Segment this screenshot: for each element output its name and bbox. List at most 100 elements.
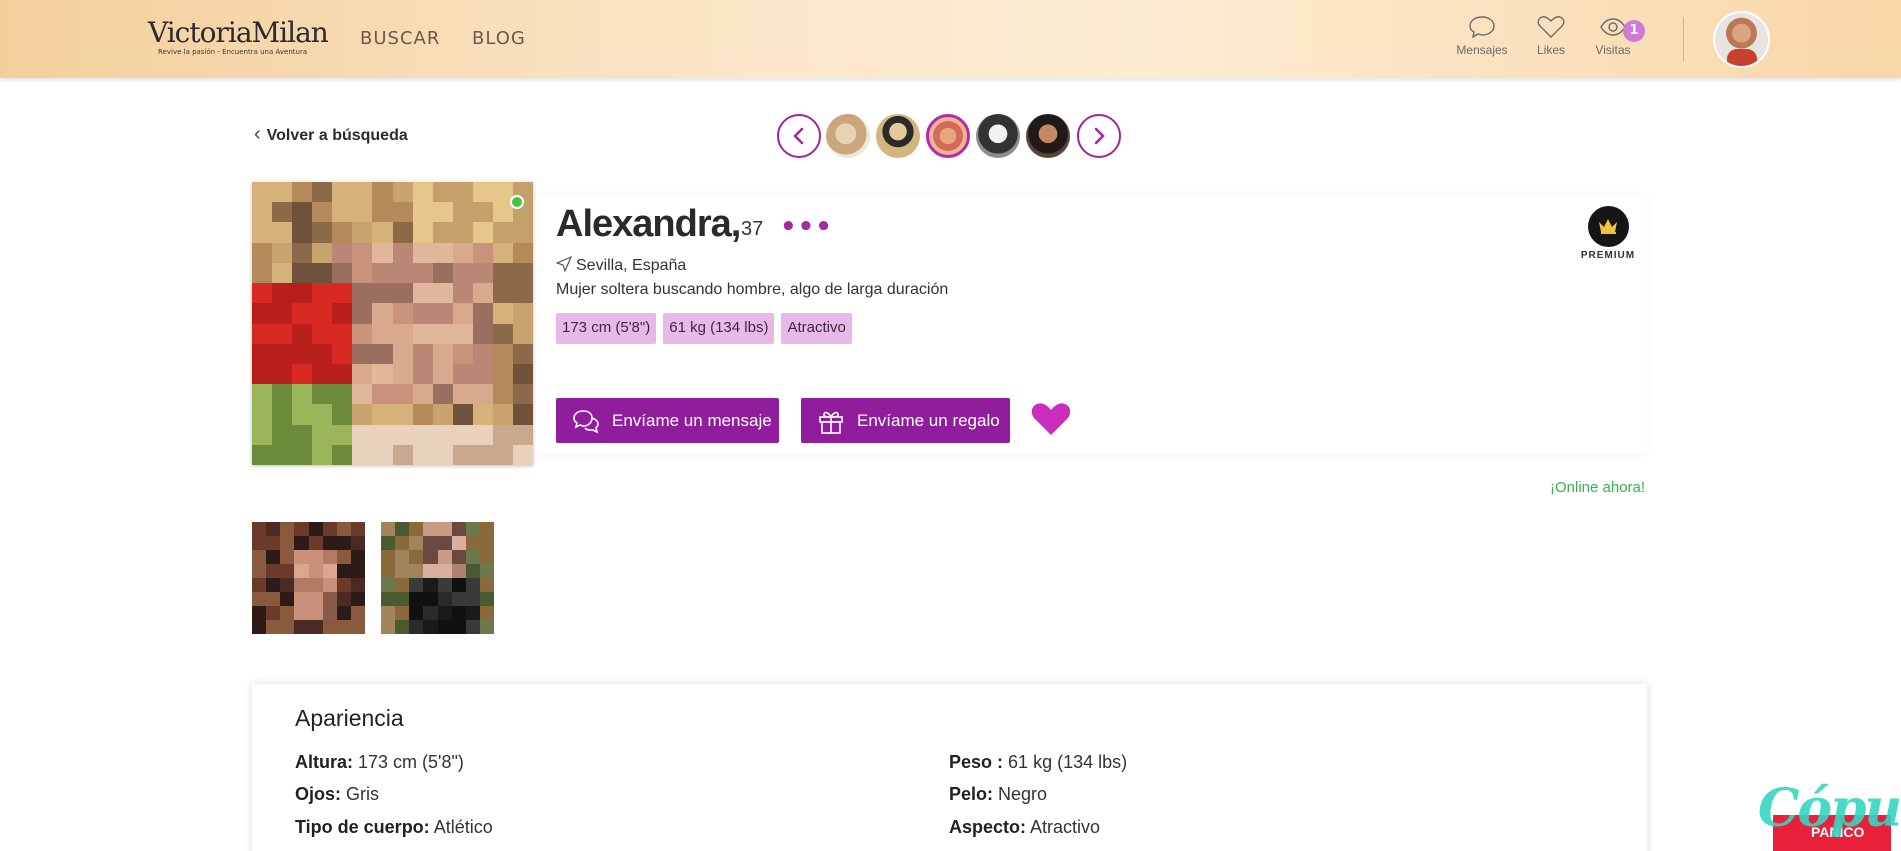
photo-pixel xyxy=(392,363,414,385)
photo-pixel xyxy=(292,343,313,365)
photo-pixel xyxy=(252,592,267,607)
victoriamilan-logo[interactable]: VictoriaMilan Revive la pasión - Encuent… xyxy=(148,18,329,58)
photo-pixel xyxy=(395,592,410,607)
photo-pixel xyxy=(280,550,295,565)
photo-pixel xyxy=(472,222,494,244)
photo-pixel xyxy=(437,550,453,565)
photo-pixel xyxy=(312,283,333,304)
profile-thumbnail[interactable] xyxy=(876,114,920,158)
profile-thumbnail[interactable] xyxy=(1026,114,1070,158)
photo-pixel xyxy=(280,522,295,537)
photo-pixel xyxy=(472,242,494,264)
photo-pixel xyxy=(465,564,481,579)
photo-pixel xyxy=(412,323,434,345)
photo-pixel xyxy=(472,404,494,426)
mensajes-button[interactable]: Mensajes xyxy=(1452,14,1512,57)
photo-pixel xyxy=(322,578,338,593)
profile-thumbnail[interactable] xyxy=(976,114,1020,158)
photo-pixel xyxy=(432,242,454,264)
photo-pixel xyxy=(266,536,281,551)
photo-pixel xyxy=(292,404,313,426)
profile-thumbnail-active[interactable] xyxy=(926,114,970,158)
photo-pixel xyxy=(294,522,309,537)
photo-pixel xyxy=(336,606,352,621)
photo-pixel xyxy=(451,592,467,607)
photo-pixel xyxy=(352,323,373,345)
gallery-photo[interactable] xyxy=(381,522,494,634)
photo-pixel xyxy=(332,283,353,304)
photo-pixel xyxy=(292,323,313,345)
appearance-title: Apariencia xyxy=(295,705,404,731)
photo-pixel xyxy=(381,522,396,537)
photo-pixel xyxy=(322,620,338,634)
photo-pixel xyxy=(352,242,373,264)
visitas-button[interactable]: Visitas 1 xyxy=(1583,14,1645,57)
photo-pixel xyxy=(272,444,293,465)
photo-pixel xyxy=(412,384,434,405)
carousel-next-button[interactable] xyxy=(1077,114,1121,158)
photo-pixel xyxy=(352,363,373,385)
location-arrow-icon xyxy=(555,255,573,273)
gallery-photo[interactable] xyxy=(252,522,365,634)
like-heart-button[interactable] xyxy=(1030,398,1072,442)
photo-pixel xyxy=(395,578,410,593)
photo-pixel xyxy=(332,404,353,426)
photo-pixel xyxy=(252,522,267,537)
profile-name: Alexandra, xyxy=(556,203,741,245)
nav-buscar[interactable]: BUSCAR xyxy=(360,28,440,49)
photo-pixel xyxy=(512,283,533,304)
photo-pixel xyxy=(452,283,474,304)
photo-pixel xyxy=(437,606,453,621)
photo-pixel xyxy=(395,522,410,537)
photo-pixel xyxy=(472,283,494,304)
photo-pixel xyxy=(312,343,333,365)
photo-pixel xyxy=(432,262,454,284)
height-chip: 173 cm (5'8") xyxy=(556,313,657,344)
hair-label: Pelo: xyxy=(949,784,994,804)
likes-button[interactable]: Likes xyxy=(1521,14,1581,57)
profile-thumbnail[interactable] xyxy=(826,114,870,158)
photo-pixel xyxy=(352,404,373,426)
back-to-search-link[interactable]: ‹ Volver a búsqueda xyxy=(254,123,408,146)
body-type-row: Tipo de cuerpo: Atlético xyxy=(295,817,493,838)
eyes-row: Ojos: Gris xyxy=(295,784,379,805)
photo-pixel xyxy=(432,222,454,244)
photo-pixel xyxy=(372,242,393,264)
main-profile-photo[interactable] xyxy=(252,182,533,465)
photo-pixel xyxy=(292,222,313,244)
photo-pixel xyxy=(322,522,338,537)
photo-pixel xyxy=(395,606,410,621)
likes-label: Likes xyxy=(1536,43,1565,57)
photo-pixel xyxy=(308,522,324,537)
more-options-button[interactable]: ••• xyxy=(780,212,833,242)
photo-pixel xyxy=(252,222,273,244)
photo-pixel xyxy=(492,444,514,465)
photo-pixel xyxy=(312,262,333,284)
user-avatar[interactable] xyxy=(1713,11,1770,68)
photo-pixel xyxy=(350,550,365,565)
photo-pixel xyxy=(452,182,474,203)
carousel-prev-button[interactable] xyxy=(777,114,821,158)
photo-pixel xyxy=(409,592,424,607)
photo-pixel xyxy=(451,606,467,621)
photo-pixel xyxy=(392,444,414,465)
photo-pixel xyxy=(437,620,453,634)
photo-pixel xyxy=(409,564,424,579)
photo-pixel xyxy=(412,182,434,203)
photo-pixel xyxy=(280,606,295,621)
photo-pixel xyxy=(252,323,273,345)
send-message-button[interactable]: Envíame un mensaje xyxy=(556,398,779,443)
photo-pixel xyxy=(381,550,396,565)
photo-pixel xyxy=(252,444,273,465)
photo-pixel xyxy=(412,343,434,365)
hair-value: Negro xyxy=(998,784,1048,804)
send-gift-button[interactable]: Envíame un regalo xyxy=(801,398,1010,443)
photo-pixel xyxy=(392,242,414,264)
photo-pixel xyxy=(272,242,293,264)
photo-pixel xyxy=(294,536,309,551)
header-divider xyxy=(1683,17,1684,61)
nav-blog[interactable]: BLOG xyxy=(472,28,526,49)
photo-pixel xyxy=(280,536,295,551)
photo-pixel xyxy=(409,606,424,621)
photo-pixel xyxy=(472,262,494,284)
